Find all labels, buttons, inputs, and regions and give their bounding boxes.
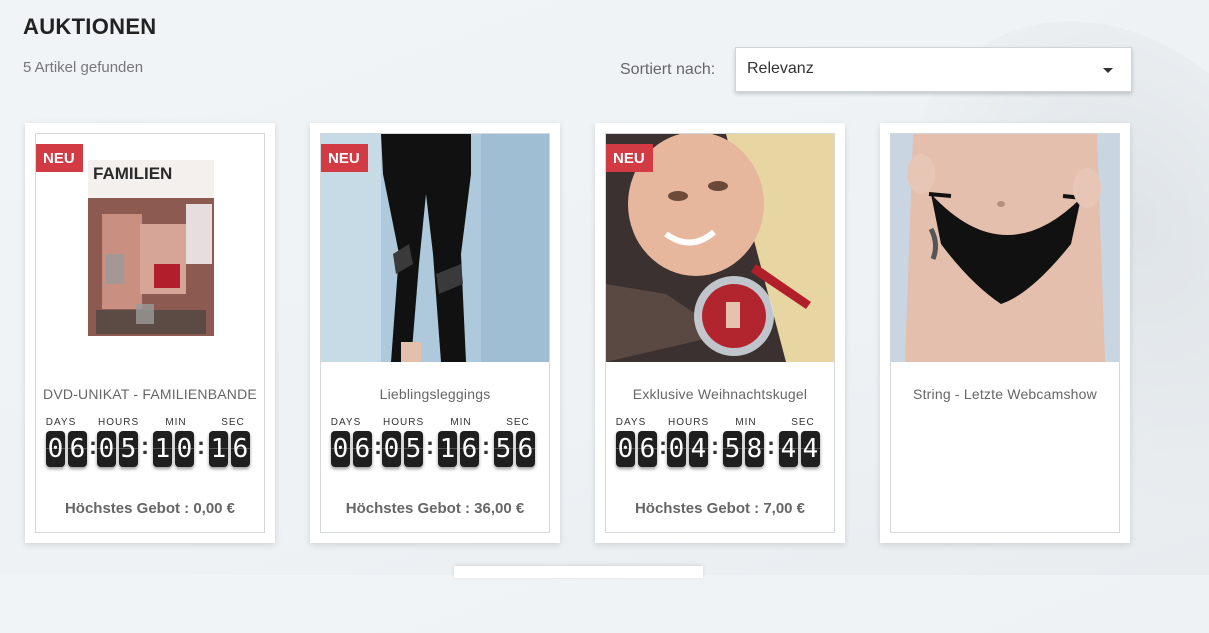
countdown-label-min: MIN xyxy=(450,417,472,428)
product-card[interactable]: FAMILIEN NEU DVD-UNIKAT - FAMILIENBANDE … xyxy=(25,123,275,543)
countdown-label-hours: HOURS xyxy=(668,417,710,428)
countdown-separator: : xyxy=(426,433,434,460)
pagination-box xyxy=(454,566,703,578)
sort-select[interactable]: Relevanz xyxy=(735,47,1132,92)
result-count: 5 Artikel gefunden xyxy=(23,59,144,76)
product-title[interactable]: DVD-UNIKAT - FAMILIENBANDE xyxy=(36,386,264,402)
product-card[interactable]: NEU Exklusive Weihnachtskugel DAYS HOURS… xyxy=(595,123,845,543)
new-badge: NEU xyxy=(36,144,83,172)
countdown-separator: : xyxy=(659,433,667,460)
countdown-label-days: DAYS xyxy=(45,417,77,428)
countdown-digit: 6 xyxy=(353,431,372,467)
new-badge: NEU xyxy=(606,144,653,172)
sort-selected-value: Relevanz xyxy=(747,60,814,77)
countdown-digit: 0 xyxy=(331,431,350,467)
sort-label: Sortiert nach: xyxy=(620,61,716,78)
countdown-separator: : xyxy=(767,433,775,460)
highest-bid: Höchstes Gebot : 7,00 € xyxy=(634,500,806,517)
product-image[interactable]: FAMILIEN NEU xyxy=(36,134,264,362)
countdown-digit: 8 xyxy=(745,431,764,467)
countdown-label-sec: SEC xyxy=(506,417,530,428)
countdown-label-hours: HOURS xyxy=(98,417,140,428)
countdown-label-min: MIN xyxy=(165,417,187,428)
countdown-separator: : xyxy=(711,433,719,460)
chevron-down-icon xyxy=(1103,68,1113,73)
countdown-digit: 0 xyxy=(667,431,686,467)
countdown-digit: 0 xyxy=(97,431,116,467)
countdown-digit: 0 xyxy=(616,431,635,467)
countdown-digit: 5 xyxy=(119,431,138,467)
countdown-digit: 6 xyxy=(460,431,479,467)
countdown-digit: 5 xyxy=(723,431,742,467)
countdown-separator: : xyxy=(141,433,149,460)
product-title[interactable]: String - Letzte Webcamshow xyxy=(891,386,1119,402)
highest-bid: Höchstes Gebot : 36,00 € xyxy=(345,500,525,517)
new-badge: NEU xyxy=(321,144,368,172)
countdown-separator: : xyxy=(482,433,490,460)
countdown-separator: : xyxy=(89,433,97,460)
countdown-digit: 0 xyxy=(382,431,401,467)
countdown-digit: 1 xyxy=(209,431,228,467)
countdown-digit: 6 xyxy=(516,431,535,467)
dvd-cover-title: FAMILIEN xyxy=(93,164,172,183)
countdown-timer: DAYS HOURS MIN SEC 0 6 : 0 5 : 1 0 : 1 6 xyxy=(46,417,256,467)
product-card[interactable]: String - Letzte Webcamshow xyxy=(880,123,1130,543)
product-title[interactable]: Exklusive Weihnachtskugel xyxy=(606,386,834,402)
countdown-label-hours: HOURS xyxy=(383,417,425,428)
countdown-digit: 6 xyxy=(638,431,657,467)
countdown-digit: 1 xyxy=(153,431,172,467)
countdown-digit: 4 xyxy=(779,431,798,467)
countdown-separator: : xyxy=(374,433,382,460)
product-image[interactable]: NEU xyxy=(321,134,549,362)
countdown-label-sec: SEC xyxy=(791,417,815,428)
countdown-digit: 4 xyxy=(801,431,820,467)
product-title[interactable]: Lieblingsleggings xyxy=(321,386,549,402)
countdown-timer: DAYS HOURS MIN SEC 0 6 : 0 4 : 5 8 : 4 4 xyxy=(616,417,826,467)
countdown-digit: 0 xyxy=(175,431,194,467)
countdown-digit: 0 xyxy=(46,431,65,467)
page-title: AUKTIONEN xyxy=(23,14,157,39)
countdown-label-days: DAYS xyxy=(330,417,362,428)
countdown-digit: 5 xyxy=(494,431,513,467)
countdown-label-sec: SEC xyxy=(221,417,245,428)
countdown-digit: 6 xyxy=(68,431,87,467)
highest-bid: Höchstes Gebot : 0,00 € xyxy=(64,500,236,517)
product-image[interactable]: NEU xyxy=(606,134,834,362)
product-card[interactable]: NEU Lieblingsleggings DAYS HOURS MIN SEC… xyxy=(310,123,560,543)
product-image[interactable] xyxy=(891,134,1119,362)
countdown-timer: DAYS HOURS MIN SEC 0 6 : 0 5 : 1 6 : 5 6 xyxy=(331,417,541,467)
countdown-label-days: DAYS xyxy=(615,417,647,428)
countdown-separator: : xyxy=(197,433,205,460)
countdown-digit: 4 xyxy=(689,431,708,467)
countdown-digit: 1 xyxy=(438,431,457,467)
countdown-label-min: MIN xyxy=(735,417,757,428)
countdown-digit: 5 xyxy=(404,431,423,467)
countdown-digit: 6 xyxy=(231,431,250,467)
